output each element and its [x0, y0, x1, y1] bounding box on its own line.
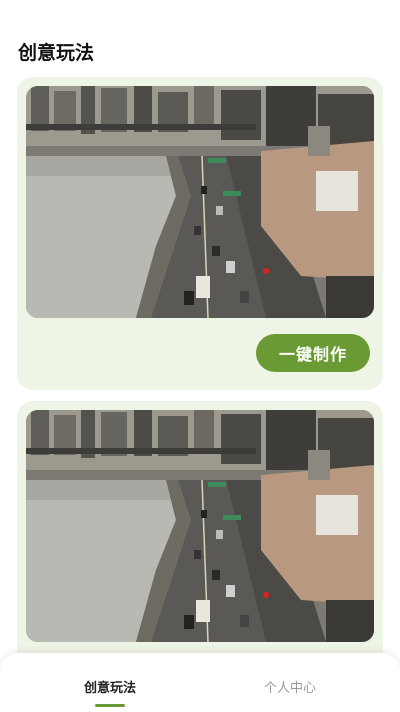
tab-personal-center[interactable]: 个人中心 [190, 653, 390, 712]
one-click-make-button[interactable]: 一键制作 [256, 334, 370, 372]
tab-label: 个人中心 [263, 681, 316, 696]
card-image[interactable] [26, 410, 374, 642]
creative-card-2[interactable] [17, 401, 383, 661]
page-title: 创意玩法 [18, 42, 95, 64]
tab-creative-play[interactable]: 创意玩法 [10, 653, 210, 712]
card-image[interactable] [26, 86, 374, 318]
bottom-tab-bar: 创意玩法 个人中心 [0, 653, 400, 712]
active-tab-indicator [95, 704, 125, 707]
creative-card-1[interactable]: 一键制作 [17, 77, 383, 390]
tab-label: 创意玩法 [83, 681, 136, 696]
